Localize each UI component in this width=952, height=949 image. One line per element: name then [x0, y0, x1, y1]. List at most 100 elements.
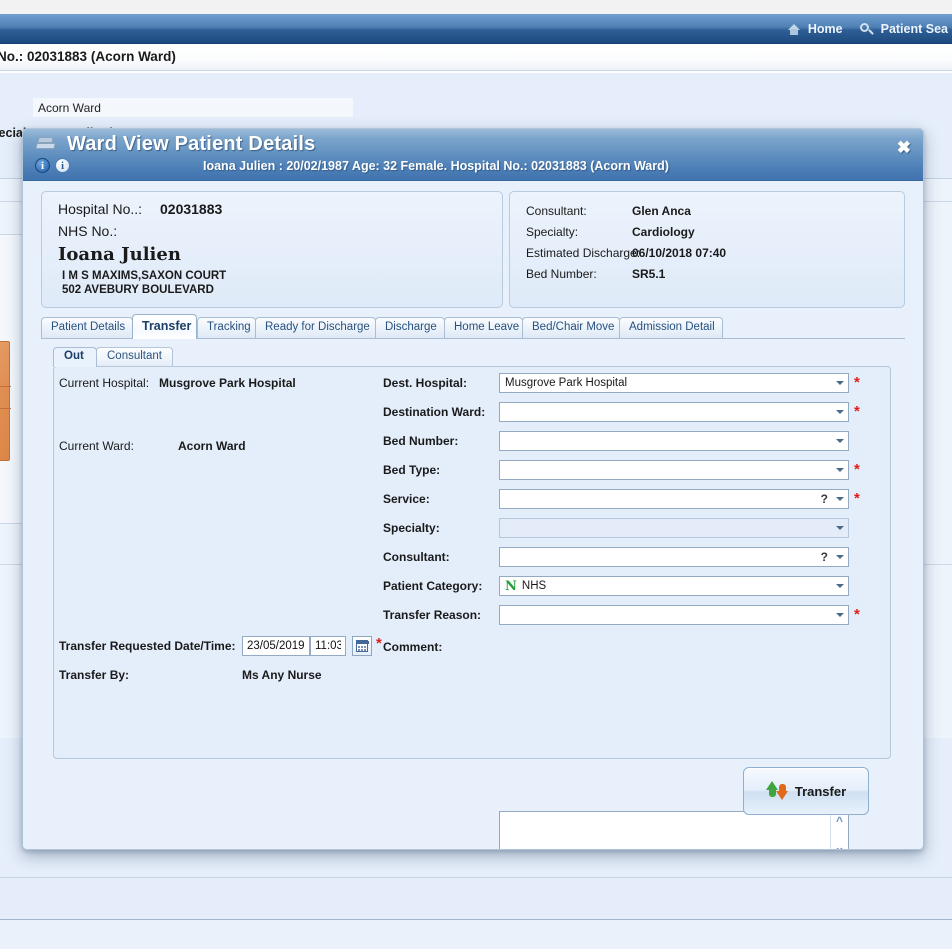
transfer-arrows-icon: [765, 781, 788, 801]
patient-identity-panel: Hospital No..: 02031883 NHS No.: Ioana J…: [41, 191, 503, 308]
nav-item-home-label: Home: [807, 22, 843, 36]
hospital-no-value: 02031883: [160, 201, 223, 217]
comment-label: Comment:: [383, 640, 443, 654]
summary-label-bed-number: Bed Number:: [526, 267, 597, 281]
tab-bed-chair-move[interactable]: Bed/Chair Move: [522, 317, 620, 339]
service-required-marker: *: [854, 490, 860, 507]
page-footer-upper: [0, 877, 952, 919]
dest-hospital-value: Musgrove Park Hospital: [505, 377, 628, 389]
dialog-subtitle: Ioana Julien : 20/02/1987 Age: 32 Female…: [203, 159, 669, 173]
dialog-title: Ward View Patient Details: [67, 133, 316, 155]
transfer-reason-required-marker: *: [854, 606, 860, 623]
current-hospital-value: Musgrove Park Hospital: [159, 376, 296, 390]
service-label: Service:: [383, 492, 430, 506]
destination-ward-select[interactable]: [499, 402, 849, 422]
current-hospital-label: Current Hospital:: [59, 376, 150, 390]
dest-hospital-required-marker: *: [854, 374, 860, 391]
page-header-bar: spital No.: 02031883 (Acorn Ward): [0, 45, 952, 71]
tab-patient-details[interactable]: Patient Details: [41, 317, 133, 339]
chevron-down-icon: [832, 519, 848, 537]
bed-number-select[interactable]: [499, 431, 849, 451]
transfer-requested-date-input[interactable]: [242, 636, 310, 656]
destination-ward-required-marker: *: [854, 403, 860, 420]
search-icon: [859, 21, 875, 37]
specialty-select[interactable]: [499, 518, 849, 538]
home-icon: [786, 21, 802, 37]
tab-home-leave[interactable]: Home Leave: [444, 317, 523, 339]
tab-admission-detail[interactable]: Admission Detail: [619, 317, 723, 339]
chevron-down-icon: [832, 606, 848, 624]
bed-occupancy-bar[interactable]: [0, 341, 11, 461]
tab-tracking[interactable]: Tracking: [197, 317, 256, 339]
summary-label-consultant: Consultant:: [526, 204, 587, 218]
calendar-icon[interactable]: [352, 636, 372, 656]
page-title: spital No.: 02031883 (Acorn Ward): [0, 49, 176, 64]
patient-category-select[interactable]: N NHS: [499, 576, 849, 596]
chevron-down-icon: [832, 374, 848, 392]
patient-address-line-2: 502 AVEBURY BOULEVARD: [62, 284, 214, 296]
transfer-reason-select[interactable]: [499, 605, 849, 625]
alert-info-icon[interactable]: i: [55, 158, 70, 173]
consultant-label: Consultant:: [383, 550, 450, 564]
summary-label-specialty: Specialty:: [526, 225, 579, 239]
nav-item-patient-search[interactable]: Patient Sea: [855, 21, 952, 37]
chevron-down-icon: [832, 432, 848, 450]
bed-type-select[interactable]: [499, 460, 849, 480]
current-ward-value: Acorn Ward: [178, 439, 246, 453]
destination-ward-label: Destination Ward:: [383, 405, 486, 419]
window-top-strip: [0, 0, 952, 14]
patient-category-value: NHS: [521, 580, 547, 592]
subtab-out[interactable]: Out: [53, 347, 97, 367]
lookup-help-icon[interactable]: ?: [821, 492, 832, 506]
patient-address-line-1: I M S MAXIMS,SAXON COURT: [62, 270, 227, 282]
info-icon[interactable]: i: [35, 158, 50, 173]
page-footer-lower: [0, 919, 952, 949]
transfer-requested-required-marker: *: [376, 635, 382, 652]
transfer-requested-time-input[interactable]: [310, 636, 346, 656]
chevron-down-icon: [832, 403, 848, 421]
global-nav-bar: Home Patient Sea: [0, 14, 952, 44]
subtab-consultant[interactable]: Consultant: [96, 347, 173, 367]
tab-discharge[interactable]: Discharge: [375, 317, 445, 339]
service-lookup-select[interactable]: ?: [499, 489, 849, 509]
summary-label-estimated-discharge: Estimated Discharge:: [526, 246, 641, 260]
chevron-down-icon[interactable]: ⌄: [834, 841, 844, 849]
lookup-help-icon[interactable]: ?: [821, 550, 832, 564]
bed-number-label: Bed Number:: [383, 434, 459, 448]
bed-icon: [35, 135, 57, 153]
transfer-button-label: Transfer: [794, 783, 847, 799]
summary-value-bed-number: SR5.1: [632, 267, 666, 281]
summary-value-consultant: Glen Anca: [632, 204, 691, 218]
nav-item-patient-search-label: Patient Sea: [880, 22, 948, 36]
close-icon[interactable]: ✖: [897, 139, 911, 156]
dest-hospital-label: Dest. Hospital:: [383, 376, 468, 390]
transfer-by-label: Transfer By:: [59, 668, 130, 682]
tab-transfer[interactable]: Transfer: [132, 314, 197, 339]
transfer-reason-label: Transfer Reason:: [383, 608, 482, 622]
nhs-no-label: NHS No.:: [58, 223, 118, 239]
transfer-by-value: Ms Any Nurse: [242, 668, 322, 682]
transfer-out-form-panel: Current Hospital: Musgrove Park Hospital…: [53, 366, 891, 849]
nav-item-home[interactable]: Home: [782, 21, 847, 37]
transfer-subtabstrip: Out Consultant: [53, 347, 353, 367]
chevron-down-icon: [832, 461, 848, 479]
nav-items: Home Patient Sea: [782, 14, 952, 44]
chevron-down-icon: [832, 548, 848, 566]
ward-input[interactable]: [33, 98, 353, 117]
bed-type-label: Bed Type:: [383, 463, 441, 477]
dialog-titlebar[interactable]: Ward View Patient Details i i Ioana Juli…: [23, 129, 923, 181]
chevron-down-icon: [832, 577, 848, 595]
hospital-no-label: Hospital No..:: [58, 201, 143, 217]
current-ward-label: Current Ward:: [59, 439, 134, 453]
dest-hospital-select[interactable]: Musgrove Park Hospital: [499, 373, 849, 393]
patient-name: Ioana Julien: [58, 244, 181, 265]
dialog-body: Hospital No..: 02031883 NHS No.: Ioana J…: [23, 181, 923, 849]
tab-ready-for-discharge[interactable]: Ready for Discharge: [255, 317, 376, 339]
consultant-lookup-select[interactable]: ?: [499, 547, 849, 567]
ward-view-patient-details-dialog: Ward View Patient Details i i Ioana Juli…: [22, 128, 924, 850]
transfer-button[interactable]: Transfer: [743, 767, 869, 815]
nhs-badge-icon: N: [505, 578, 517, 594]
dialog-tabstrip: Patient Details Transfer Tracking Ready …: [41, 314, 905, 339]
summary-value-specialty: Cardiology: [632, 225, 695, 239]
bed-type-required-marker: *: [854, 461, 860, 478]
